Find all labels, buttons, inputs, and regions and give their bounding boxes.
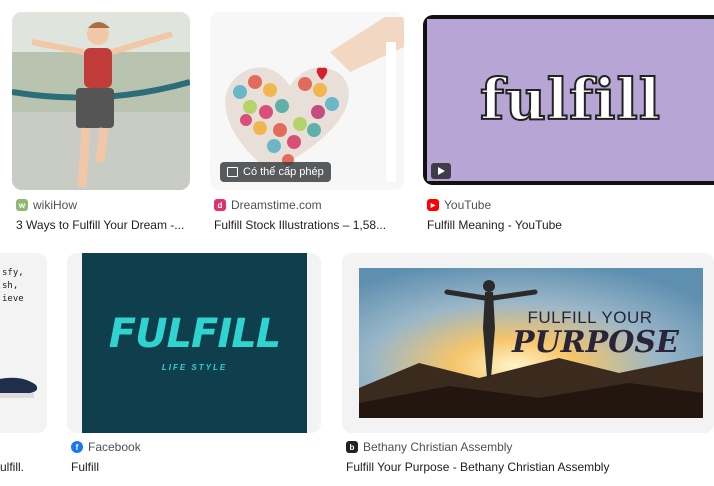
source-name: wikiHow (33, 198, 78, 212)
source-name: Dreamstime.com (231, 198, 322, 212)
overlay-word: fulfill (479, 66, 661, 134)
dreamstime-icon: d (214, 199, 226, 211)
license-badge[interactable]: Có thể cấp phép (220, 162, 331, 182)
image-icon (227, 167, 238, 177)
result-source[interactable]: f Facebook (71, 440, 141, 454)
shoe-illustration (0, 377, 38, 398)
result-title[interactable]: Fulfill (71, 460, 311, 474)
overlay-line-2: PURPOSE (512, 325, 679, 360)
result-source[interactable]: b Bethany Christian Assembly (346, 440, 512, 454)
snippet-text: sfy, sh, ieve (2, 268, 24, 304)
result-source[interactable]: w wikiHow (16, 198, 77, 212)
result-thumbnail[interactable]: Có thể cấp phép (210, 12, 404, 190)
result-title[interactable]: Fulfill Meaning - YouTube (427, 218, 707, 232)
result-thumbnail[interactable]: fulfill (423, 15, 714, 185)
result-thumbnail[interactable] (12, 12, 190, 190)
source-name: YouTube (444, 198, 492, 212)
bethany-icon: b (346, 441, 358, 453)
video-frame: fulfill (427, 19, 714, 181)
source-name: Bethany Christian Assembly (363, 440, 513, 454)
result-title[interactable]: Fulfill Your Purpose - Bethany Christian… (346, 460, 706, 474)
facebook-icon: f (71, 441, 83, 453)
result-thumbnail[interactable]: FULFILL YOUR PURPOSE (342, 253, 714, 433)
play-icon (431, 163, 451, 179)
source-name: Facebook (88, 440, 141, 454)
result-thumbnail[interactable]: sfy, sh, ieve (0, 253, 47, 433)
result-title[interactable]: 3 Ways to Fulfill Your Dream -... (16, 218, 196, 232)
runner-illustration (12, 12, 190, 190)
logo-wordmark: FULFILL (108, 311, 281, 357)
result-title[interactable]: ulfill. (0, 460, 40, 474)
logo-panel: FULFILL LIFE STYLE (82, 253, 307, 433)
result-source[interactable]: ▶ YouTube (427, 198, 491, 212)
wikihow-icon: w (16, 199, 28, 211)
badge-label: Có thể cấp phép (243, 166, 324, 178)
youtube-icon: ▶ (427, 199, 439, 211)
logo-subtitle: LIFE STYLE (161, 363, 228, 372)
result-thumbnail[interactable]: FULFILL LIFE STYLE (67, 253, 321, 433)
result-source[interactable]: d Dreamstime.com (214, 198, 322, 212)
result-title[interactable]: Fulfill Stock Illustrations – 1,58... (214, 218, 404, 232)
